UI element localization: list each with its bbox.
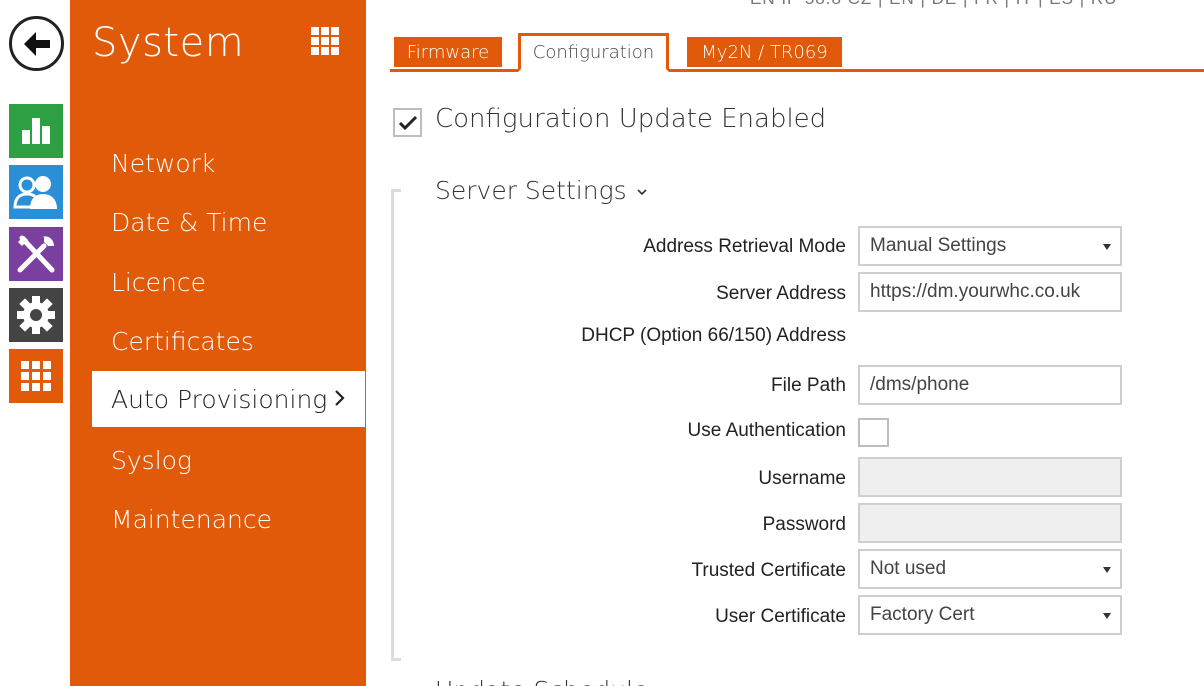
rail-button-directory[interactable] [9, 165, 63, 219]
use-authentication-label: Use Authentication [687, 420, 846, 441]
caret-down-icon [1103, 567, 1111, 573]
trusted-certificate-label: Trusted Certificate [691, 560, 846, 581]
back-button[interactable] [9, 16, 64, 71]
checkmark-icon [398, 115, 417, 130]
section-bracket [391, 189, 401, 661]
tab-underline [390, 69, 1204, 72]
sidebar-item-syslog[interactable]: Syslog [70, 432, 365, 488]
rail-button-hardware[interactable] [9, 227, 63, 281]
chevron-down-icon [637, 188, 647, 195]
grid-icon [21, 361, 51, 391]
sidebar-title: System [92, 20, 245, 66]
address-retrieval-mode-select[interactable]: Manual Settings [858, 226, 1122, 266]
users-icon [13, 176, 57, 209]
trusted-certificate-select[interactable]: Not used [858, 549, 1122, 589]
select-value: Factory Cert [870, 604, 975, 625]
update-schedule-header[interactable]: Update Schedule [435, 676, 648, 686]
password-label: Password [762, 514, 846, 535]
select-value: Not used [870, 558, 947, 579]
sidebar-item-label: Auto Provisioning [111, 384, 328, 414]
server-address-label: Server Address [716, 283, 846, 304]
caret-down-icon [1103, 244, 1111, 250]
address-retrieval-mode-label: Address Retrieval Mode [643, 236, 846, 257]
file-path-label: File Path [771, 375, 846, 396]
rail-button-system[interactable] [9, 288, 63, 342]
section-title: Server Settings [435, 176, 627, 205]
sidebar: System Network Date & Time Licence Certi… [70, 0, 366, 686]
bar-chart-icon [22, 118, 50, 144]
server-settings-header[interactable]: Server Settings [435, 176, 648, 205]
file-path-input[interactable]: /dms/phone [858, 365, 1122, 405]
arrow-left-icon [23, 31, 50, 56]
sidebar-item-maintenance[interactable]: Maintenance [70, 491, 365, 547]
gear-icon [17, 296, 55, 334]
sidebar-item-licence[interactable]: Licence [70, 254, 365, 310]
config-update-label: Configuration Update Enabled [435, 104, 827, 134]
chevron-right-icon [335, 390, 345, 406]
select-value: Manual Settings [870, 235, 1007, 256]
user-certificate-select[interactable]: Factory Cert [858, 595, 1122, 635]
sidebar-item-date-time[interactable]: Date & Time [70, 194, 365, 250]
sidebar-item-auto-provisioning[interactable]: Auto Provisioning [92, 371, 365, 427]
password-input[interactable] [858, 503, 1122, 543]
username-label: Username [758, 468, 846, 489]
sidebar-item-certificates[interactable]: Certificates [70, 313, 365, 369]
server-address-input[interactable]: https://dm.yourwhc.co.uk [858, 272, 1122, 312]
tab-my2n-tr069[interactable]: My2N / TR069 [687, 37, 842, 67]
user-certificate-label: User Certificate [715, 606, 846, 627]
username-input[interactable] [858, 457, 1122, 497]
config-update-checkbox[interactable] [393, 108, 422, 137]
tools-icon [17, 235, 55, 273]
use-authentication-checkbox[interactable] [858, 418, 889, 447]
dhcp-address-label: DHCP (Option 66/150) Address [581, 325, 846, 346]
tab-configuration[interactable]: Configuration [518, 33, 669, 72]
icon-rail [0, 0, 70, 686]
tab-bar: Firmware Configuration My2N / TR069 [390, 0, 1204, 72]
rail-button-services[interactable] [9, 349, 63, 403]
caret-down-icon [1103, 613, 1111, 619]
sidebar-item-network[interactable]: Network [70, 135, 365, 191]
rail-button-statistics[interactable] [9, 104, 63, 158]
tab-firmware[interactable]: Firmware [394, 37, 502, 67]
grid-icon[interactable] [311, 27, 339, 55]
